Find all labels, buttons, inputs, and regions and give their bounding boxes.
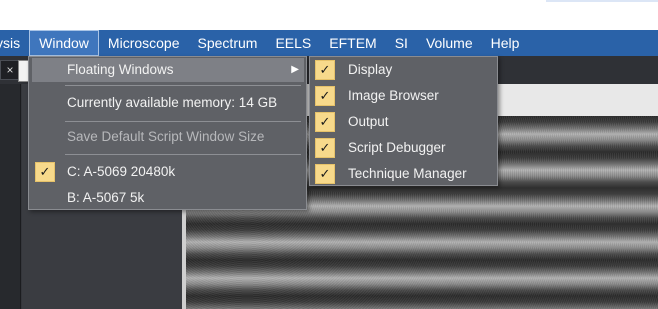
memory-label: Currently available memory: 14 GB <box>67 95 278 110</box>
drive-b-label: B: A-5067 5k <box>67 190 145 205</box>
submenu-item-label: Script Debugger <box>348 140 446 155</box>
drive-b-item[interactable]: B: A-5067 5k <box>29 186 306 210</box>
submenu-item-label: Image Browser <box>348 88 439 103</box>
submenu-item-image-browser[interactable]: ✓ Image Browser <box>310 83 497 109</box>
menu-eftem[interactable]: EFTEM <box>320 30 385 56</box>
drive-c-item[interactable]: ✓ C: A-5069 20480k <box>29 160 306 184</box>
submenu-item-technique-manager[interactable]: ✓ Technique Manager <box>310 161 497 187</box>
submenu-arrow-icon: ▶ <box>291 64 299 75</box>
checkmark-icon: ✓ <box>315 164 335 184</box>
save-default-label: Save Default Script Window Size <box>67 129 265 144</box>
save-default-script-size-item[interactable]: Save Default Script Window Size <box>29 125 306 149</box>
menu-si[interactable]: SI <box>386 30 417 56</box>
window-menu-dropdown: Floating Windows ▶ Currently available m… <box>28 56 307 210</box>
menu-window[interactable]: Window <box>29 30 99 56</box>
checkmark-icon: ✓ <box>315 86 335 106</box>
submenu-item-output[interactable]: ✓ Output <box>310 109 497 135</box>
menu-separator <box>65 154 301 155</box>
menu-eels[interactable]: EELS <box>266 30 320 56</box>
left-panel <box>0 84 21 309</box>
floating-windows-submenu: ✓ Display ✓ Image Browser ✓ Output ✓ Scr… <box>309 56 498 186</box>
memory-item: Currently available memory: 14 GB <box>29 91 306 115</box>
submenu-item-label: Output <box>348 114 389 129</box>
submenu-item-script-debugger[interactable]: ✓ Script Debugger <box>310 135 497 161</box>
close-icon[interactable]: × <box>0 60 20 80</box>
floating-windows-item[interactable]: Floating Windows ▶ <box>32 58 304 82</box>
title-accent <box>546 0 658 2</box>
checkmark-icon: ✓ <box>315 138 335 158</box>
checkmark-icon: ✓ <box>35 162 55 182</box>
submenu-item-display[interactable]: ✓ Display <box>310 57 497 83</box>
menu-help[interactable]: Help <box>482 30 529 56</box>
menu-bar: ysis Window Microscope Spectrum EELS EFT… <box>0 30 658 56</box>
drive-c-label: C: A-5069 20480k <box>67 164 176 179</box>
submenu-item-label: Technique Manager <box>348 166 467 181</box>
menu-analysis[interactable]: ysis <box>0 30 29 56</box>
checkmark-icon: ✓ <box>315 60 335 80</box>
menu-separator <box>65 121 301 122</box>
menu-spectrum[interactable]: Spectrum <box>189 30 267 56</box>
menu-microscope[interactable]: Microscope <box>99 30 189 56</box>
menu-volume[interactable]: Volume <box>417 30 482 56</box>
submenu-item-label: Display <box>348 62 393 77</box>
checkmark-icon: ✓ <box>315 112 335 132</box>
title-strip <box>0 0 658 30</box>
floating-windows-label: Floating Windows <box>67 62 174 77</box>
menu-separator <box>65 85 301 86</box>
